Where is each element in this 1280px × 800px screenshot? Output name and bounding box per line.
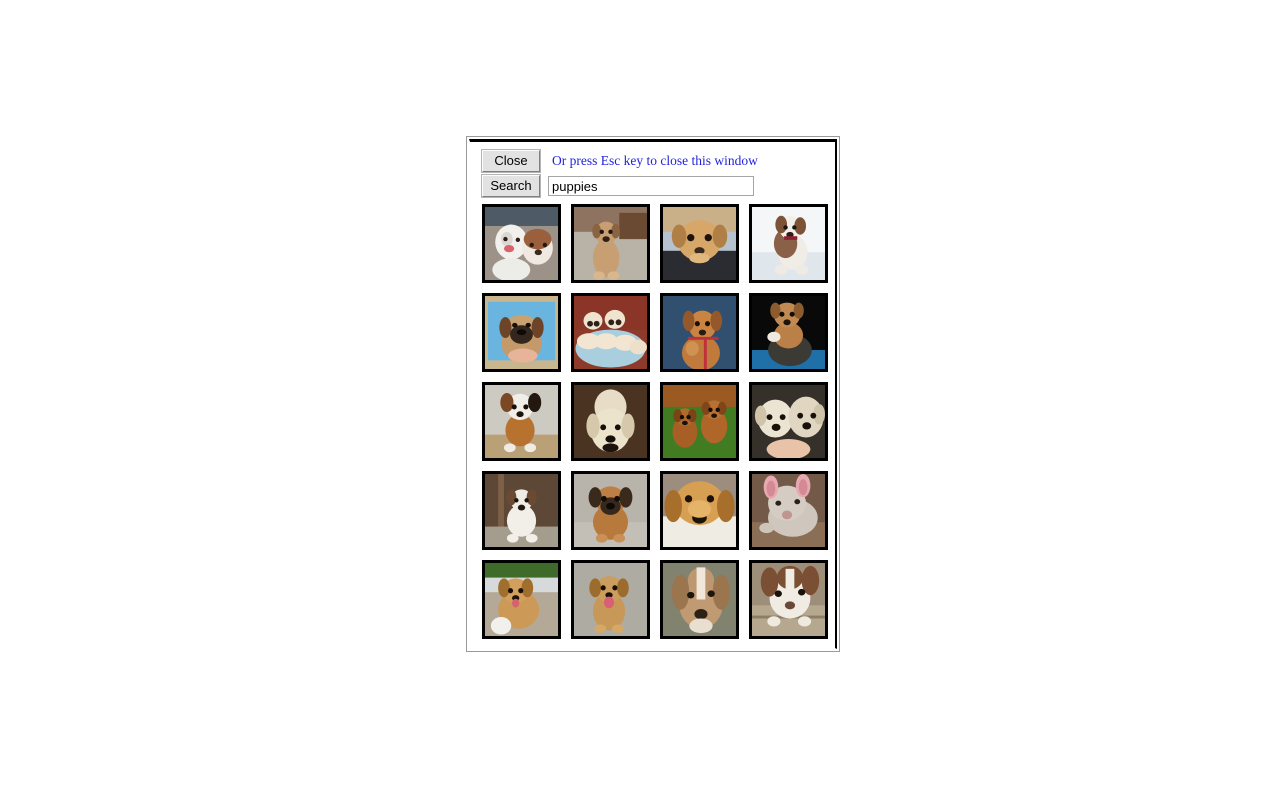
popup-content-area: Close Or press Esc key to close this win… xyxy=(470,142,835,648)
popup-inner-frame: Close Or press Esc key to close this win… xyxy=(469,139,837,649)
thumbnail-image[interactable] xyxy=(749,382,828,461)
thumbnail-image[interactable] xyxy=(660,560,739,639)
thumbnail-image[interactable] xyxy=(749,293,828,372)
thumbnail-image[interactable] xyxy=(482,560,561,639)
image-search-popup-window: Close Or press Esc key to close this win… xyxy=(466,136,840,652)
thumbnail-image[interactable] xyxy=(660,204,739,283)
thumbnail-image[interactable] xyxy=(482,293,561,372)
thumbnail-image[interactable] xyxy=(571,382,650,461)
thumbnail-image[interactable] xyxy=(660,293,739,372)
search-input[interactable] xyxy=(548,176,754,196)
thumbnail-image[interactable] xyxy=(749,560,828,639)
thumbnail-image[interactable] xyxy=(571,560,650,639)
close-button[interactable]: Close xyxy=(481,149,541,173)
thumbnail-image[interactable] xyxy=(482,471,561,550)
search-button[interactable]: Search xyxy=(481,174,541,198)
thumbnail-grid xyxy=(482,204,834,639)
thumbnail-image[interactable] xyxy=(660,382,739,461)
thumbnail-image[interactable] xyxy=(749,204,828,283)
search-row: Search xyxy=(481,174,835,198)
thumbnail-image[interactable] xyxy=(571,204,650,283)
thumbnail-image[interactable] xyxy=(749,471,828,550)
esc-hint-text: Or press Esc key to close this window xyxy=(552,153,758,168)
thumbnail-image[interactable] xyxy=(571,471,650,550)
thumbnail-image[interactable] xyxy=(571,293,650,372)
thumbnail-image[interactable] xyxy=(660,471,739,550)
thumbnail-image[interactable] xyxy=(482,382,561,461)
thumbnail-image[interactable] xyxy=(482,204,561,283)
close-row: Close Or press Esc key to close this win… xyxy=(481,149,835,173)
